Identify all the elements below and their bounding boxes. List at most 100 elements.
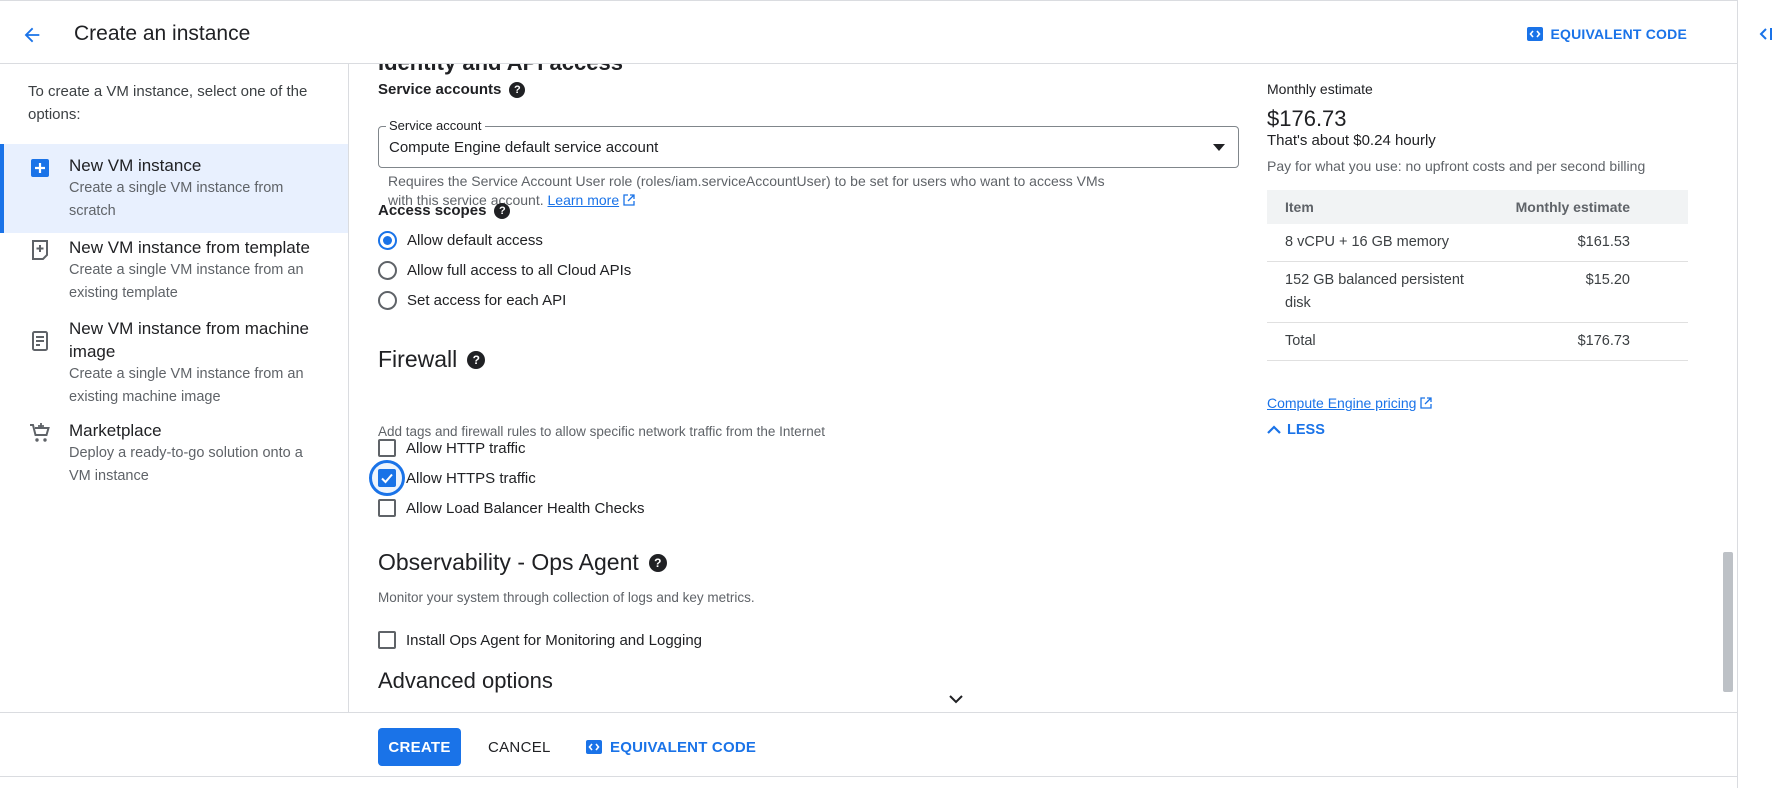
option-title: New VM instance from template xyxy=(69,238,310,257)
create-button[interactable]: CREATE xyxy=(378,728,461,766)
service-account-legend: Service account xyxy=(386,118,485,133)
page-title: Create an instance xyxy=(74,22,251,45)
option-from-template[interactable]: New VM instance from template Create a s… xyxy=(0,226,348,315)
scope-option-default[interactable]: Allow default access xyxy=(378,228,543,252)
back-arrow-icon[interactable] xyxy=(14,17,50,53)
checkbox[interactable] xyxy=(378,631,396,649)
checkmark-icon xyxy=(381,473,393,484)
cancel-button[interactable]: CANCEL xyxy=(488,739,551,756)
equivalent-code-label: EQUIVALENT CODE xyxy=(610,738,757,756)
option-title: New VM instance xyxy=(69,156,202,175)
learn-more-text: Learn more xyxy=(547,192,620,208)
help-icon[interactable]: ? xyxy=(648,553,667,572)
scope-option-full[interactable]: Allow full access to all Cloud APIs xyxy=(378,258,631,282)
column-header-item: Item xyxy=(1267,190,1497,224)
row-item: 8 vCPU + 16 GB memory xyxy=(1267,224,1497,262)
firewall-heading: Firewall ? xyxy=(378,346,486,373)
radio-button[interactable] xyxy=(378,260,397,280)
table-row: 152 GB balanced persistent disk $15.20 xyxy=(1267,261,1688,323)
access-scopes-label: Access scopes ? xyxy=(378,202,511,219)
scrollbar-thumb[interactable] xyxy=(1723,552,1733,692)
checkbox-label: Allow HTTP traffic xyxy=(406,439,526,457)
advanced-options-heading[interactable]: Advanced options xyxy=(378,668,553,694)
creation-options-panel: To create a VM instance, select one of t… xyxy=(0,64,349,712)
right-rail xyxy=(1737,0,1792,788)
service-account-value: Compute Engine default service account xyxy=(389,139,659,156)
scope-option-each-api[interactable]: Set access for each API xyxy=(378,288,566,312)
row-spacer xyxy=(1648,224,1688,262)
option-title: Marketplace xyxy=(69,421,162,440)
checkbox-label: Install Ops Agent for Monitoring and Log… xyxy=(406,631,703,649)
column-header-estimate: Monthly estimate xyxy=(1497,190,1648,224)
less-button[interactable]: LESS xyxy=(1267,422,1325,438)
equivalent-code-bottom-button[interactable]: EQUIVALENT CODE xyxy=(585,738,756,756)
estimate-table: Item Monthly estimate 8 vCPU + 16 GB mem… xyxy=(1267,190,1688,361)
firewall-https-option[interactable]: Allow HTTPS traffic xyxy=(369,460,536,496)
pricing-link-row: Compute Engine pricing xyxy=(1267,395,1432,411)
help-icon[interactable]: ? xyxy=(494,202,511,219)
service-account-select[interactable]: Service account Compute Engine default s… xyxy=(378,118,1239,168)
radio-button[interactable] xyxy=(378,230,397,250)
option-title: New VM instance from machine image xyxy=(69,319,309,361)
options-intro-text: To create a VM instance, select one of t… xyxy=(28,83,308,123)
option-new-vm-instance[interactable]: New VM instance Create a single VM insta… xyxy=(0,144,348,233)
section-title-identity: Identity and API access xyxy=(378,64,623,76)
ops-agent-option[interactable]: Install Ops Agent for Monitoring and Log… xyxy=(378,628,702,652)
code-icon xyxy=(1527,27,1544,41)
less-label: LESS xyxy=(1287,422,1325,438)
option-description: Create a single VM instance from scratch xyxy=(69,180,284,219)
row-item: 152 GB balanced persistent disk xyxy=(1267,261,1497,323)
dropdown-arrow-icon xyxy=(1213,144,1225,151)
radio-label: Allow full access to all Cloud APIs xyxy=(407,261,632,279)
option-description: Create a single VM instance from an exis… xyxy=(69,366,304,405)
cart-icon xyxy=(30,423,50,442)
code-icon xyxy=(586,740,602,754)
option-description: Create a single VM instance from an exis… xyxy=(69,262,304,301)
row-spacer xyxy=(1648,261,1688,323)
compute-engine-pricing-link[interactable]: Compute Engine pricing xyxy=(1267,395,1416,411)
table-header-row: Item Monthly estimate xyxy=(1267,190,1688,224)
option-description: Deploy a ready-to-go solution onto a VM … xyxy=(69,445,303,484)
checkbox-label: Allow HTTPS traffic xyxy=(406,469,536,487)
option-marketplace[interactable]: Marketplace Deploy a ready-to-go solutio… xyxy=(0,409,348,498)
estimate-hourly: That's about $0.24 hourly xyxy=(1267,132,1436,149)
top-bar: Create an instance EQUIVALENT CODE xyxy=(0,0,1737,64)
external-link-icon xyxy=(623,194,635,206)
firewall-http-option[interactable]: Allow HTTP traffic xyxy=(378,436,525,460)
checkbox[interactable] xyxy=(369,460,405,496)
checkbox-label: Allow Load Balancer Health Checks xyxy=(406,499,645,517)
firewall-lb-health-option[interactable]: Allow Load Balancer Health Checks xyxy=(378,496,644,520)
help-icon[interactable]: ? xyxy=(467,350,486,369)
row-spacer xyxy=(1648,322,1688,361)
service-accounts-text: Service accounts xyxy=(378,81,502,98)
observability-description: Monitor your system through collection o… xyxy=(378,590,755,605)
row-value: $15.20 xyxy=(1497,261,1648,323)
radio-label: Set access for each API xyxy=(407,291,567,309)
chevron-up-icon xyxy=(1267,425,1281,434)
row-item: Total xyxy=(1267,322,1497,361)
access-scopes-text: Access scopes xyxy=(378,202,487,219)
row-value: $176.73 xyxy=(1497,322,1648,361)
service-accounts-label: Service accounts ? xyxy=(378,81,526,98)
checkbox[interactable] xyxy=(378,439,396,457)
collapse-panel-icon[interactable] xyxy=(1754,22,1778,46)
estimate-note: Pay for what you use: no upfront costs a… xyxy=(1267,158,1646,174)
firewall-title: Firewall xyxy=(378,346,458,372)
column-spacer xyxy=(1648,190,1688,224)
radio-label: Allow default access xyxy=(407,231,543,249)
row-value: $161.53 xyxy=(1497,224,1648,262)
app-window: Create an instance EQUIVALENT CODE To cr… xyxy=(0,0,1792,788)
option-from-machine-image[interactable]: New VM instance from machine image Creat… xyxy=(0,307,348,419)
estimate-title: Monthly estimate xyxy=(1267,81,1373,97)
chevron-down-icon[interactable] xyxy=(949,694,963,704)
radio-button[interactable] xyxy=(378,290,397,310)
learn-more-link[interactable]: Learn more xyxy=(548,192,620,208)
table-row: 8 vCPU + 16 GB memory $161.53 xyxy=(1267,224,1688,262)
table-row-total: Total $176.73 xyxy=(1267,322,1688,361)
equivalent-code-button[interactable]: EQUIVALENT CODE xyxy=(1526,25,1687,43)
help-icon[interactable]: ? xyxy=(509,81,526,98)
checkbox[interactable] xyxy=(378,499,396,517)
external-link-icon xyxy=(1420,397,1432,409)
bottom-action-bar: CREATE CANCEL EQUIVALENT CODE xyxy=(0,712,1737,777)
observability-heading: Observability - Ops Agent ? xyxy=(378,549,667,576)
